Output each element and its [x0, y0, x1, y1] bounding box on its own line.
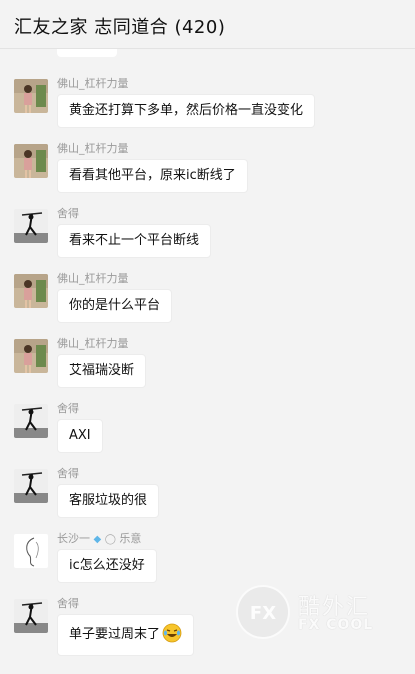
ink-figure-avatar[interactable]	[14, 469, 48, 503]
ink-figure-avatar[interactable]	[14, 599, 48, 633]
ink-figure-avatar[interactable]	[14, 209, 48, 243]
sender-name: 佛山_杠杆力量	[57, 337, 129, 350]
previous-message-bubble	[57, 49, 117, 57]
sender-name-suffix: 乐意	[119, 532, 142, 545]
sender-name: 舍得	[57, 402, 79, 415]
woman-photo-avatar[interactable]	[14, 144, 48, 178]
sender-name: 舍得	[57, 467, 79, 480]
message-bubble[interactable]: 你的是什么平台	[57, 289, 173, 323]
message-bubble[interactable]: 单子要过周末了	[57, 614, 195, 656]
sender-name: 佛山_杠杆力量	[57, 77, 129, 90]
message-bubble[interactable]: AXI	[57, 419, 103, 453]
sender-name: 佛山_杠杆力量	[57, 142, 129, 155]
fx-logo: FX	[236, 585, 290, 639]
sender-name: 舍得	[57, 207, 79, 220]
sender-name: 长沙一 ◆ ◯ 乐意	[57, 530, 141, 546]
fxcool-watermark: FX 酷外汇 FX COOL	[236, 585, 406, 645]
sender-name: 佛山_杠杆力量	[57, 272, 129, 285]
sketch-avatar[interactable]	[14, 534, 48, 568]
message-bubble[interactable]: ic怎么还没好	[57, 549, 157, 583]
woman-photo-avatar[interactable]	[14, 274, 48, 308]
message-bubble[interactable]: 黄金还打算下多单，然后价格一直没变化	[57, 94, 316, 128]
message-text: 单子要过周末了	[69, 627, 161, 642]
sender-name-prefix: 长沙一	[57, 532, 90, 545]
message-bubble[interactable]: 客服垃圾的很	[57, 484, 160, 518]
group-title: 汇友之家 志同道合 (420)	[14, 17, 226, 38]
sender-name: 舍得	[57, 597, 79, 610]
message-bubble[interactable]: 艾福瑞没断	[57, 354, 147, 388]
woman-photo-avatar[interactable]	[14, 79, 48, 113]
ink-figure-avatar[interactable]	[14, 404, 48, 438]
message-bubble[interactable]: 看来不止一个平台断线	[57, 224, 212, 258]
message-bubble[interactable]: 看看其他平台，原来ic断线了	[57, 159, 248, 193]
woman-photo-avatar[interactable]	[14, 339, 48, 373]
chat-header: 汇友之家 志同道合 (420)	[0, 0, 415, 49]
chat-window: 汇友之家 志同道合 (420) 佛山_杠杆力量 黄金还打算下多单，然后价格一直没…	[0, 0, 415, 674]
mood-icon: ◯	[104, 534, 116, 545]
watermark-en-text: FX COOL	[298, 617, 374, 633]
laughing-crying-emoji-icon	[162, 623, 182, 643]
diamond-icon: ◆	[93, 534, 102, 545]
message-list[interactable]: 佛山_杠杆力量 黄金还打算下多单，然后价格一直没变化 佛山_杠杆力量 看看其他平…	[0, 49, 415, 674]
